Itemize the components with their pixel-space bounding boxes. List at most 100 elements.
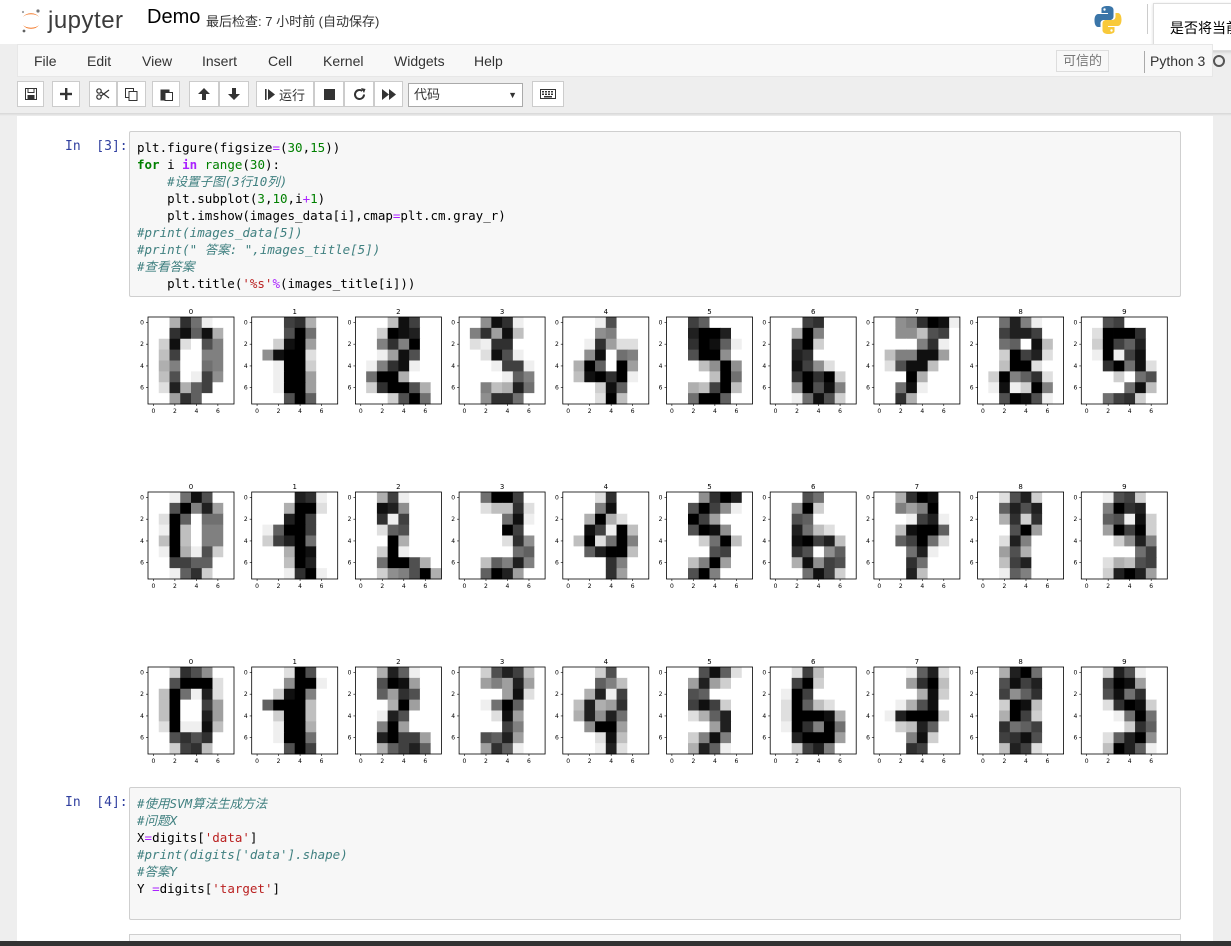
digit-pixel — [430, 699, 442, 711]
digit-pixel — [834, 524, 846, 536]
digit-pixel — [1113, 492, 1125, 504]
digit-pixel — [977, 327, 989, 340]
jupyter-logo[interactable]: jupyter — [20, 5, 124, 37]
menu-file[interactable]: File — [34, 53, 57, 69]
digit-pixel — [666, 513, 678, 526]
digit-pixel — [770, 349, 782, 361]
digit-pixel — [616, 732, 628, 744]
digit-pixel — [148, 677, 160, 690]
digit-pixel — [802, 557, 814, 569]
menu-edit[interactable]: Edit — [87, 53, 111, 69]
digit-pixel — [387, 502, 399, 515]
digit-pixel — [834, 699, 846, 711]
menu-insert[interactable]: Insert — [202, 53, 237, 69]
digit-pixel — [949, 667, 961, 679]
digit-pixel — [469, 371, 481, 383]
x-tick-label: 4 — [609, 408, 613, 415]
digit-pixel — [873, 524, 886, 536]
digit-pixel — [419, 502, 432, 515]
digit-pixel — [895, 721, 907, 733]
menu-cell[interactable]: Cell — [268, 53, 292, 69]
x-tick-label: 0 — [359, 758, 363, 765]
insert-cell-button[interactable] — [52, 81, 80, 107]
code-cell-input[interactable]: #使用SVM算法生成方法 #问题X X=digits['data'] #prin… — [129, 787, 1181, 920]
digit-pixel — [666, 349, 678, 361]
menu-help[interactable]: Help — [474, 53, 503, 69]
digit-pixel — [573, 743, 585, 755]
digit-pixel — [562, 688, 574, 701]
digit-pixel — [573, 492, 585, 504]
digit-pixel — [720, 710, 732, 722]
digit-pixel — [688, 546, 700, 558]
x-tick-label: 4 — [506, 583, 510, 590]
x-tick-label: 6 — [942, 583, 946, 590]
digit-pixel — [627, 546, 639, 558]
interrupt-button[interactable] — [314, 81, 344, 107]
digit-pixel — [709, 699, 721, 711]
digit-pixel — [223, 699, 235, 711]
digit-pixel — [638, 502, 650, 515]
digit-pixel — [355, 492, 367, 504]
y-tick-label: 4 — [762, 713, 766, 720]
digit-pixel — [977, 535, 989, 547]
digit-pixel — [1081, 699, 1093, 711]
kernel-name[interactable]: Python 3 — [1150, 53, 1205, 69]
digit-pixel — [823, 667, 836, 679]
move-down-button[interactable] — [219, 81, 249, 107]
subplot-title: 9 — [1122, 308, 1126, 316]
digit-pixel — [709, 349, 721, 361]
cell-type-select[interactable]: 代码 ▼ — [408, 83, 523, 107]
digit-pixel — [720, 557, 732, 569]
copy-button[interactable] — [117, 81, 146, 107]
digit-pixel — [780, 349, 793, 361]
menu-kernel[interactable]: Kernel — [323, 53, 363, 69]
digit-pixel — [802, 349, 814, 361]
digit-pixel — [873, 721, 886, 733]
digit-pixel — [573, 327, 585, 340]
digit-pixel — [223, 667, 235, 679]
digit-pixel — [1113, 667, 1125, 679]
x-tick-label: 6 — [216, 583, 220, 590]
notebook-name[interactable]: Demo — [147, 6, 200, 29]
digit-pixel — [480, 524, 492, 536]
digit-subplot: 70 2 4 60246 — [866, 658, 961, 765]
menu-widgets[interactable]: Widgets — [394, 53, 445, 69]
digit-pixel — [595, 513, 607, 526]
digit-pixel — [1042, 360, 1054, 372]
run-label: 运行 — [278, 87, 305, 103]
digit-pixel — [283, 568, 296, 580]
run-button[interactable]: 运行 — [256, 81, 314, 107]
digit-pixel — [316, 371, 328, 383]
digit-pixel — [666, 492, 678, 504]
digit-pixel — [355, 502, 367, 515]
digit-pixel — [1156, 393, 1168, 405]
digit-pixel — [873, 699, 886, 711]
digit-pixel — [273, 513, 285, 526]
digit-pixel — [169, 349, 181, 361]
digit-pixel — [605, 371, 617, 383]
save-button[interactable] — [17, 81, 44, 107]
digit-pixel — [1124, 710, 1136, 722]
digit-pixel — [698, 371, 710, 383]
menu-view[interactable]: View — [142, 53, 172, 69]
restart-button[interactable] — [344, 81, 374, 107]
digit-pixel — [834, 338, 846, 351]
command-palette-button[interactable] — [532, 81, 564, 107]
digit-pixel — [305, 371, 317, 383]
digit-pixel — [1156, 557, 1168, 569]
digit-pixel — [688, 557, 700, 569]
code-cell-input[interactable]: plt.figure(figsize=(30,15)) for i in ran… — [129, 131, 1181, 297]
paste-button[interactable] — [152, 81, 180, 107]
cut-button[interactable] — [89, 81, 117, 107]
digit-pixel — [398, 513, 410, 526]
restart-run-all-button[interactable] — [374, 81, 403, 107]
digit-pixel — [780, 317, 793, 329]
digit-pixel — [1020, 546, 1032, 558]
digit-pixel — [191, 338, 203, 351]
move-up-button[interactable] — [189, 81, 219, 107]
digit-pixel — [459, 721, 471, 733]
trusted-indicator[interactable]: 可信的 — [1056, 50, 1110, 72]
digit-pixel — [698, 492, 710, 504]
y-tick-label: 6 — [1073, 385, 1077, 392]
digit-pixel — [355, 338, 367, 351]
